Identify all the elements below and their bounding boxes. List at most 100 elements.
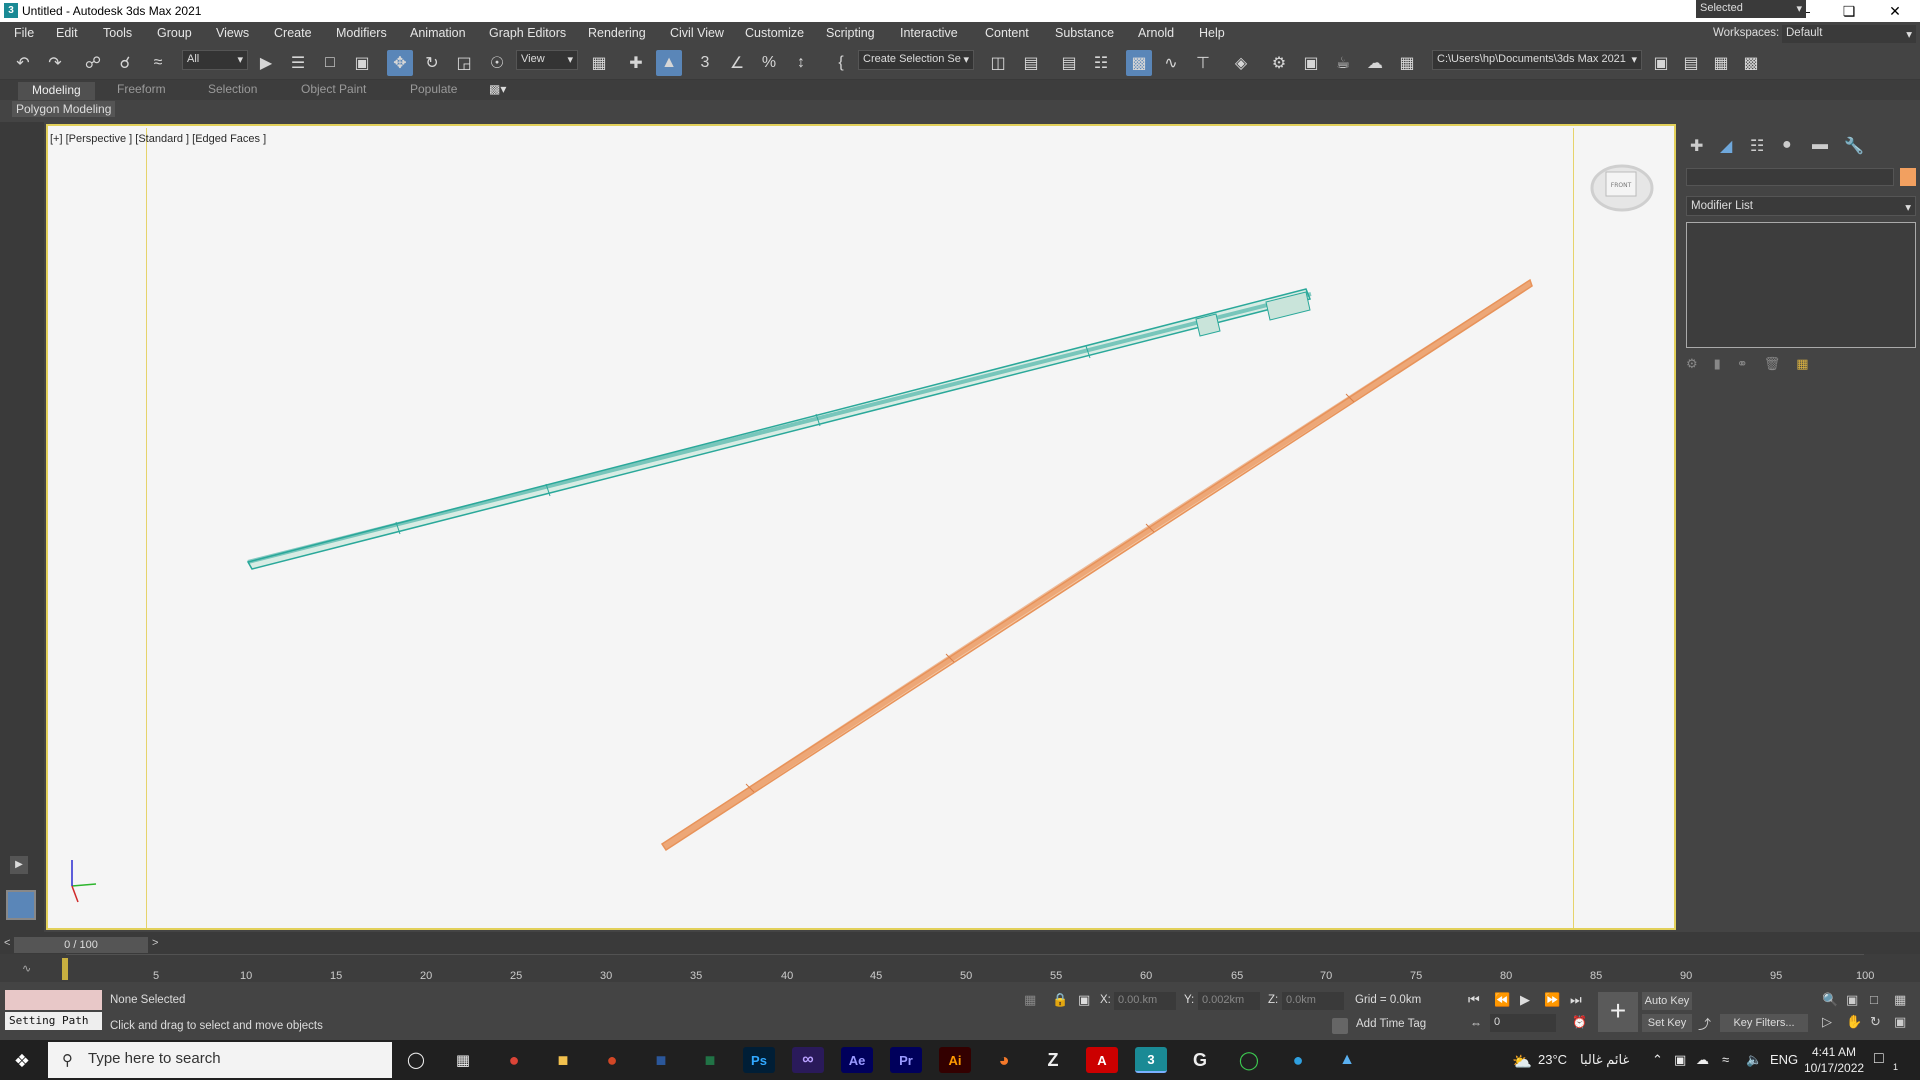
set-key-button[interactable]: Set Key — [1642, 1014, 1692, 1032]
menu-modifiers[interactable]: Modifiers — [336, 26, 387, 40]
select-scale-icon[interactable]: ◲ — [451, 50, 477, 76]
photos-icon[interactable]: ▲ — [1331, 1047, 1363, 1073]
zbrush-icon[interactable]: Z — [1037, 1047, 1069, 1073]
toggle-layer-explorer-icon[interactable]: ☷ — [1088, 50, 1114, 76]
tab-freeform[interactable]: Freeform — [117, 82, 166, 96]
menu-civil-view[interactable]: Civil View — [670, 26, 724, 40]
menu-animation[interactable]: Animation — [410, 26, 466, 40]
menu-group[interactable]: Group — [157, 26, 192, 40]
object-name-field[interactable] — [1686, 168, 1894, 186]
menu-scripting[interactable]: Scripting — [826, 26, 875, 40]
powerpoint-icon[interactable]: ● — [596, 1047, 628, 1073]
menu-tools[interactable]: Tools — [103, 26, 132, 40]
key-filters-button[interactable]: Key Filters... — [1720, 1014, 1808, 1032]
toothpick-orange[interactable] — [660, 278, 1533, 852]
blender-icon[interactable]: ◕ — [988, 1047, 1020, 1073]
camtasia-icon[interactable]: ◯ — [1233, 1047, 1265, 1073]
onedrive-icon[interactable]: ☁ — [1696, 1052, 1709, 1068]
show-end-result-icon[interactable]: ▮ — [1714, 356, 1721, 371]
menu-views[interactable]: Views — [216, 26, 249, 40]
z-coordinate-field[interactable]: 0.0km — [1282, 992, 1344, 1010]
notification-icon[interactable]: □ — [1874, 1050, 1884, 1068]
keyboard-shortcut-override-icon[interactable]: ▲ — [656, 50, 682, 76]
rendered-frame-window-icon[interactable]: ▣ — [1298, 50, 1324, 76]
hierarchy-tab-icon[interactable]: ☷ — [1750, 136, 1764, 156]
angle-snap-icon[interactable]: ∠ — [724, 50, 750, 76]
zoom-extents-all-icon[interactable]: ▦ — [1894, 992, 1906, 1008]
asset-tracking-icon[interactable]: ▩ — [1738, 50, 1764, 76]
edit-named-selection-icon[interactable]: { — [828, 50, 854, 76]
snaps-toggle-icon[interactable]: 3 — [692, 50, 718, 76]
maximize-viewport-icon[interactable]: ▣ — [1894, 1014, 1906, 1030]
render-in-cloud-icon[interactable]: ☁ — [1362, 50, 1388, 76]
select-rotate-icon[interactable]: ↻ — [419, 50, 445, 76]
time-tag-icon[interactable] — [1332, 1018, 1348, 1034]
toggle-scene-explorer-icon[interactable]: ▤ — [1056, 50, 1082, 76]
save-icon[interactable]: ▦ — [1708, 50, 1734, 76]
orbit-icon[interactable]: ↻ — [1870, 1014, 1881, 1030]
set-project-folder-icon[interactable]: ▣ — [1648, 50, 1674, 76]
material-editor-icon[interactable]: ◈ — [1228, 50, 1254, 76]
key-filter-icon[interactable]: ⤴ — [1698, 1014, 1711, 1033]
select-manipulate-icon[interactable]: ✚ — [623, 50, 649, 76]
excel-icon[interactable]: ■ — [694, 1047, 726, 1073]
display-tab-icon[interactable]: ▬ — [1812, 136, 1828, 154]
named-selection-set-dropdown[interactable]: Create Selection Se ▾ — [858, 50, 974, 70]
reference-coordinate-dropdown[interactable]: View ▾ — [516, 50, 578, 70]
curve-editor-icon[interactable]: ∿ — [1158, 50, 1184, 76]
zoom-all-icon[interactable]: ▣ — [1846, 992, 1858, 1008]
menu-content[interactable]: Content — [985, 26, 1029, 40]
weather-temperature[interactable]: 23°C — [1538, 1052, 1567, 1067]
go-to-end-icon[interactable]: ⏭ — [1570, 992, 1582, 1008]
close-button[interactable]: ✕ — [1872, 0, 1918, 22]
object-color-swatch[interactable] — [1900, 168, 1916, 186]
modifier-stack[interactable] — [1686, 222, 1916, 348]
window-crossing-icon[interactable]: ▣ — [349, 50, 375, 76]
project-folder-dropdown[interactable]: C:\Users\hp\Documents\3ds Max 2021 ▾ — [1432, 50, 1642, 70]
menu-interactive[interactable]: Interactive — [900, 26, 958, 40]
weather-condition[interactable]: غائم غالبا — [1580, 1052, 1629, 1068]
tab-modeling[interactable]: Modeling — [18, 82, 95, 100]
toggle-ribbon-icon[interactable]: ▩ — [1126, 50, 1152, 76]
select-by-name-icon[interactable]: ☰ — [285, 50, 311, 76]
expand-layout-tab-icon[interactable]: ▶ — [10, 856, 28, 874]
bind-space-warp-icon[interactable]: ≈ — [145, 50, 171, 76]
menu-rendering[interactable]: Rendering — [588, 26, 646, 40]
pivot-center-icon[interactable]: ▦ — [586, 50, 612, 76]
polygon-modeling-panel[interactable]: Polygon Modeling — [12, 101, 116, 117]
configure-modifier-sets-icon[interactable]: ▦ — [1796, 356, 1808, 371]
pan-view-icon[interactable]: ✋ — [1846, 1014, 1862, 1030]
key-mode-toggle-icon[interactable]: ⇔ — [1470, 1016, 1482, 1030]
previous-frame-icon[interactable]: ⏪ — [1494, 992, 1510, 1008]
zoom-icon[interactable]: 🔍 — [1822, 992, 1838, 1008]
illustrator-icon[interactable]: Ai — [939, 1047, 971, 1073]
current-frame-field[interactable]: 0 — [1490, 1014, 1556, 1032]
visual-studio-icon[interactable]: ∞ — [792, 1047, 824, 1073]
modifier-list-dropdown[interactable]: Modifier List ▾ — [1686, 196, 1916, 216]
viewport-layout-thumbnail[interactable] — [6, 890, 36, 920]
workspace-dropdown[interactable]: Default ▾ — [1782, 25, 1916, 43]
select-move-icon[interactable]: ✥ — [387, 50, 413, 76]
file-explorer-icon[interactable]: ■ — [547, 1047, 579, 1073]
add-time-tag[interactable]: Add Time Tag — [1356, 1018, 1426, 1030]
menu-arnold[interactable]: Arnold — [1138, 26, 1174, 40]
taskbar-search[interactable]: Type here to search — [48, 1042, 392, 1078]
task-view-icon[interactable]: ▦ — [447, 1047, 479, 1073]
pin-stack-icon[interactable]: ⚙ — [1686, 356, 1698, 371]
remove-modifier-icon[interactable]: 🗑 — [1764, 356, 1781, 371]
time-slider[interactable]: 0 / 100 — [14, 937, 148, 953]
mirror-icon[interactable]: ◫ — [985, 50, 1011, 76]
viewcube[interactable]: FRONT — [1590, 164, 1654, 212]
selection-lock-icon[interactable]: 🔒 — [1052, 992, 1068, 1008]
menu-help[interactable]: Help — [1199, 26, 1225, 40]
motion-tab-icon[interactable]: ● — [1782, 136, 1792, 154]
zoom-extents-icon[interactable]: □ — [1870, 992, 1878, 1007]
spinner-snap-icon[interactable]: ↕ — [788, 50, 814, 76]
auto-key-button[interactable]: Auto Key — [1642, 992, 1692, 1010]
create-tab-icon[interactable]: ✚ — [1690, 136, 1703, 156]
make-unique-icon[interactable]: ⚭ — [1737, 356, 1748, 371]
undo-icon[interactable]: ↶ — [10, 50, 36, 76]
maxscript-listener[interactable] — [5, 990, 102, 1010]
acrobat-icon[interactable]: A — [1086, 1047, 1118, 1073]
menu-file[interactable]: File — [14, 26, 34, 40]
